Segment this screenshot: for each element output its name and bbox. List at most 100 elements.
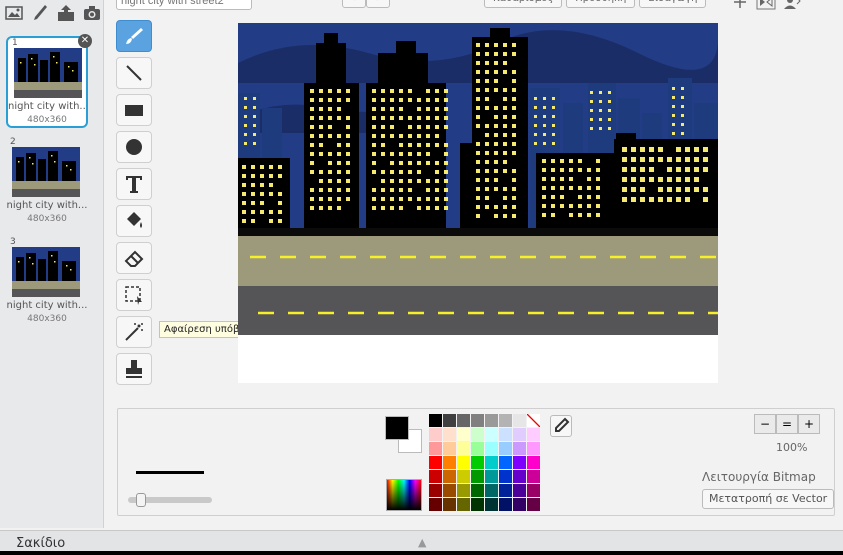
palette-swatch[interactable] [443, 456, 456, 469]
palette-swatch[interactable] [443, 470, 456, 483]
palette-swatch[interactable] [513, 456, 526, 469]
paint-library-icon[interactable] [4, 4, 24, 22]
palette-swatch[interactable] [527, 484, 540, 497]
palette-swatch[interactable] [513, 498, 526, 511]
palette-swatch[interactable] [513, 484, 526, 497]
backpack-toggle-icon[interactable]: ▲ [418, 536, 426, 549]
palette-swatch[interactable] [457, 484, 470, 497]
primary-color-swatch[interactable] [385, 416, 409, 440]
palette-swatch[interactable] [471, 470, 484, 483]
palette-swatch[interactable] [443, 498, 456, 511]
palette-swatch[interactable] [457, 414, 470, 427]
palette-swatch[interactable] [457, 456, 470, 469]
lit-window [372, 170, 376, 174]
palette-swatch[interactable] [471, 428, 484, 441]
palette-swatch[interactable] [443, 428, 456, 441]
color-picker-gradient[interactable] [386, 479, 422, 511]
lit-window [346, 152, 350, 156]
palette-swatch[interactable] [485, 484, 498, 497]
zoom-out-button[interactable]: − [754, 414, 776, 434]
palette-swatch[interactable] [429, 484, 442, 497]
palette-swatch[interactable] [527, 442, 540, 455]
remove-background-tool[interactable] [116, 316, 152, 348]
flip-vertical-icon[interactable] [782, 0, 802, 10]
palette-swatch[interactable] [485, 442, 498, 455]
palette-swatch[interactable] [429, 428, 442, 441]
palette-swatch[interactable] [499, 498, 512, 511]
lit-window [399, 197, 403, 201]
palette-swatch[interactable] [527, 456, 540, 469]
rectangle-tool[interactable] [116, 94, 152, 126]
palette-swatch[interactable] [485, 498, 498, 511]
palette-swatch[interactable] [485, 414, 498, 427]
upload-icon[interactable] [56, 4, 76, 22]
clear-button[interactable]: Καθαρισμός [484, 0, 563, 8]
palette-swatch[interactable] [499, 484, 512, 497]
undo-button[interactable]: ‹ [342, 0, 366, 8]
palette-swatch[interactable] [429, 414, 442, 427]
delete-costume-icon[interactable]: ✕ [78, 34, 92, 48]
convert-to-vector-button[interactable]: Μετατροπή σε Vector [702, 489, 835, 509]
palette-swatch[interactable] [471, 484, 484, 497]
camera-icon[interactable] [82, 4, 102, 22]
redo-button[interactable]: › [366, 0, 390, 8]
palette-swatch[interactable] [485, 470, 498, 483]
palette-swatch[interactable] [485, 428, 498, 441]
palette-swatch[interactable] [527, 428, 540, 441]
palette-swatch[interactable] [513, 428, 526, 441]
lit-window [631, 177, 636, 182]
costume-number: 3 [10, 237, 16, 247]
palette-swatch[interactable] [471, 442, 484, 455]
palette-swatch[interactable] [513, 442, 526, 455]
costume-item[interactable]: 3 night city with... 480x360 [6, 237, 88, 329]
palette-swatch[interactable] [527, 470, 540, 483]
palette-swatch[interactable] [443, 442, 456, 455]
palette-swatch[interactable] [485, 456, 498, 469]
text-tool[interactable] [116, 168, 152, 200]
costume-item[interactable]: 1 night city with... 480x360 ✕ [6, 34, 92, 128]
palette-swatch[interactable] [499, 428, 512, 441]
select-tool[interactable] [116, 279, 152, 311]
palette-swatch[interactable] [429, 498, 442, 511]
palette-swatch[interactable] [499, 456, 512, 469]
palette-swatch[interactable] [429, 442, 442, 455]
line-tool[interactable] [116, 57, 152, 89]
palette-swatch[interactable] [457, 498, 470, 511]
paint-new-icon[interactable] [30, 4, 50, 22]
palette-swatch[interactable] [527, 414, 540, 427]
palette-swatch[interactable] [499, 470, 512, 483]
palette-swatch[interactable] [513, 414, 526, 427]
palette-swatch[interactable] [471, 414, 484, 427]
lit-window [476, 124, 480, 128]
palette-swatch[interactable] [457, 442, 470, 455]
palette-swatch[interactable] [457, 428, 470, 441]
eraser-tool[interactable] [116, 242, 152, 274]
zoom-reset-button[interactable]: = [776, 414, 798, 434]
add-button[interactable]: Προσθήκη [566, 0, 636, 8]
stamp-tool[interactable] [116, 353, 152, 385]
palette-swatch[interactable] [429, 456, 442, 469]
palette-swatch[interactable] [429, 470, 442, 483]
costume-item[interactable]: 2 night city with... 480x360 [6, 137, 88, 229]
fill-tool[interactable] [116, 205, 152, 237]
palette-swatch[interactable] [499, 414, 512, 427]
brush-tool[interactable] [116, 20, 152, 52]
palette-swatch[interactable] [527, 498, 540, 511]
palette-swatch[interactable] [499, 442, 512, 455]
drawing-canvas[interactable] [238, 23, 724, 383]
eyedropper-button[interactable] [550, 415, 572, 437]
ellipse-tool[interactable] [116, 131, 152, 163]
palette-swatch[interactable] [513, 470, 526, 483]
palette-swatch[interactable] [443, 484, 456, 497]
import-button[interactable]: Εισαγωγή [639, 0, 707, 8]
palette-swatch[interactable] [471, 456, 484, 469]
lit-window [390, 125, 394, 129]
flip-horizontal-icon[interactable] [756, 0, 776, 10]
set-costume-center-icon[interactable] [730, 0, 750, 10]
costume-name-input[interactable] [116, 0, 252, 10]
zoom-in-button[interactable]: + [798, 414, 820, 434]
palette-swatch[interactable] [443, 414, 456, 427]
palette-swatch[interactable] [457, 470, 470, 483]
line-width-slider-thumb[interactable] [136, 493, 146, 507]
palette-swatch[interactable] [471, 498, 484, 511]
